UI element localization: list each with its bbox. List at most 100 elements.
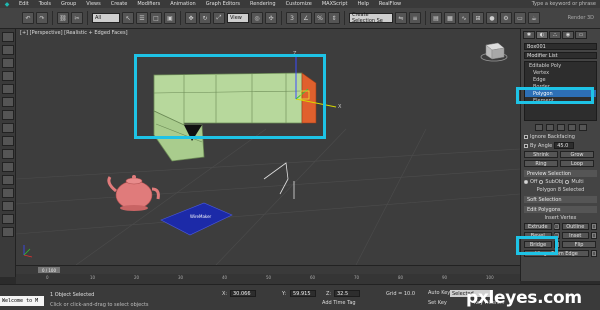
modify-tab-icon[interactable]: ◐ (536, 31, 548, 39)
object-name-field[interactable]: Box001 (524, 43, 597, 50)
ribbon-button[interactable] (2, 110, 14, 120)
shrink-button[interactable]: Shrink (524, 151, 558, 158)
hierarchy-tab-icon[interactable]: ⛬ (549, 31, 561, 39)
ignore-backfacing-row[interactable]: Ignore Backfacing (524, 134, 597, 140)
percent-snap-icon[interactable]: % (314, 12, 326, 24)
menu-modifiers[interactable]: Modifiers (132, 1, 165, 7)
angle-snap-icon[interactable]: ∠ (300, 12, 312, 24)
pivot-icon[interactable]: ◎ (251, 12, 263, 24)
menu-edit[interactable]: Edit (14, 1, 34, 7)
remove-modifier-icon[interactable] (567, 124, 576, 131)
flip-button[interactable]: Flip (562, 241, 596, 248)
link-icon[interactable]: ⛓ (57, 12, 69, 24)
ribbon-button[interactable] (2, 162, 14, 172)
rendered-frame-window-icon[interactable]: ▭ (514, 12, 526, 24)
grow-button[interactable]: Grow (560, 151, 594, 158)
menu-create[interactable]: Create (106, 1, 133, 7)
mirror-icon[interactable]: ⇋ (395, 12, 407, 24)
rotate-icon[interactable]: ↻ (199, 12, 211, 24)
material-editor-icon[interactable]: ● (486, 12, 498, 24)
selection-filter-dropdown[interactable]: All (92, 13, 120, 23)
teapot[interactable] (107, 175, 160, 211)
graphite-ribbon-icon[interactable]: ▦ (444, 12, 456, 24)
time-slider[interactable]: 0 / 100 (16, 265, 520, 274)
preview-off-radio[interactable] (524, 180, 528, 184)
soft-selection-rollout[interactable]: Soft Selection (524, 196, 597, 203)
x-coordinate-field[interactable]: 30.066 (230, 290, 256, 297)
ring-button[interactable]: Ring (524, 160, 558, 167)
by-angle-checkbox[interactable] (524, 143, 528, 148)
window-crossing-icon[interactable]: ▣ (164, 12, 176, 24)
display-tab-icon[interactable]: ▭ (575, 31, 587, 39)
extrude-button[interactable]: Extrude (524, 223, 552, 230)
ribbon-button[interactable] (2, 136, 14, 146)
undo-icon[interactable]: ↶ (22, 12, 34, 24)
menu-animation[interactable]: Animation (165, 1, 201, 7)
manipulate-icon[interactable]: ✣ (265, 12, 277, 24)
menu-rendering[interactable]: Rendering (245, 1, 281, 7)
layer-manager-icon[interactable]: ▤ (430, 12, 442, 24)
stack-item-editable-poly[interactable]: Editable Poly (525, 62, 596, 69)
unlink-icon[interactable]: ✂ (71, 12, 83, 24)
ribbon-button[interactable] (2, 188, 14, 198)
ignore-backfacing-checkbox[interactable] (524, 135, 528, 139)
stack-item-edge[interactable]: Edge (525, 76, 596, 83)
outline-button[interactable]: Outline (561, 223, 589, 230)
ribbon-button[interactable] (2, 97, 14, 107)
named-selection-sets-dropdown[interactable]: Create Selection Se (349, 12, 393, 24)
edit-polygons-rollout[interactable]: Edit Polygons (524, 206, 597, 213)
preview-multi-radio[interactable] (565, 180, 570, 184)
rectangular-selection-icon[interactable]: □ (150, 12, 162, 24)
modifier-list-dropdown[interactable]: Modifier List (524, 52, 597, 59)
scale-icon[interactable]: ⤢ (213, 12, 225, 24)
outline-settings-icon[interactable]: □ (591, 223, 597, 230)
ribbon-button[interactable] (2, 58, 14, 68)
redo-icon[interactable]: ↷ (36, 12, 48, 24)
create-tab-icon[interactable]: ✱ (523, 31, 535, 39)
menu-realflow[interactable]: RealFlow (374, 1, 406, 7)
inset-settings-icon[interactable]: □ (591, 232, 597, 239)
ribbon-button[interactable] (2, 71, 14, 81)
time-slider-thumb[interactable]: 0 / 100 (38, 267, 60, 273)
set-key-button[interactable]: Set Key (428, 300, 447, 306)
blue-plane[interactable] (160, 202, 233, 236)
spinner-snap-icon[interactable]: ⇕ (328, 12, 340, 24)
menu-group[interactable]: Group (56, 1, 81, 7)
motion-tab-icon[interactable]: ◉ (562, 31, 574, 39)
snaps-toggle-icon[interactable]: 3 (286, 12, 298, 24)
ribbon-button[interactable] (2, 32, 14, 42)
curve-editor-icon[interactable]: ∿ (458, 12, 470, 24)
extrude-settings-icon[interactable]: □ (553, 223, 560, 230)
ribbon-button[interactable] (2, 227, 14, 237)
reference-coordinate-dropdown[interactable]: View (227, 13, 249, 23)
ribbon-button[interactable] (2, 175, 14, 185)
menu-help[interactable]: Help (353, 1, 374, 7)
schematic-view-icon[interactable]: ⊞ (472, 12, 484, 24)
auto-key-button[interactable]: Auto Key (428, 290, 450, 296)
menu-graph-editors[interactable]: Graph Editors (201, 1, 245, 7)
render-production-icon[interactable]: ☕ (528, 12, 540, 24)
make-unique-icon[interactable] (556, 124, 565, 131)
move-icon[interactable]: ✥ (185, 12, 197, 24)
track-bar[interactable]: 0 10 20 30 40 50 60 70 80 90 100 (16, 274, 520, 284)
viewcube-icon[interactable] (480, 42, 508, 62)
ribbon-button[interactable] (2, 84, 14, 94)
menu-customize[interactable]: Customize (281, 1, 317, 7)
loop-button[interactable]: Loop (560, 160, 594, 167)
ribbon-button[interactable] (2, 214, 14, 224)
by-angle-value[interactable]: 45.0 (554, 142, 575, 149)
ribbon-button[interactable] (2, 201, 14, 211)
hinge-settings-icon[interactable]: □ (591, 250, 597, 257)
ribbon-button[interactable] (2, 123, 14, 133)
pin-stack-icon[interactable] (534, 124, 543, 131)
menu-tools[interactable]: Tools (34, 1, 56, 7)
stack-item-vertex[interactable]: Vertex (525, 69, 596, 76)
menu-views[interactable]: Views (81, 1, 105, 7)
perspective-viewport[interactable]: [+] [Perspective] [Realistic + Edged Fac… (16, 29, 520, 265)
inset-button[interactable]: Inset (561, 232, 589, 239)
align-icon[interactable]: ≡ (409, 12, 421, 24)
app-logo-icon[interactable]: ◆ (0, 0, 14, 8)
menu-maxscript[interactable]: MAXScript (317, 1, 353, 7)
select-object-icon[interactable]: ↖ (122, 12, 134, 24)
select-by-name-icon[interactable]: ☰ (136, 12, 148, 24)
